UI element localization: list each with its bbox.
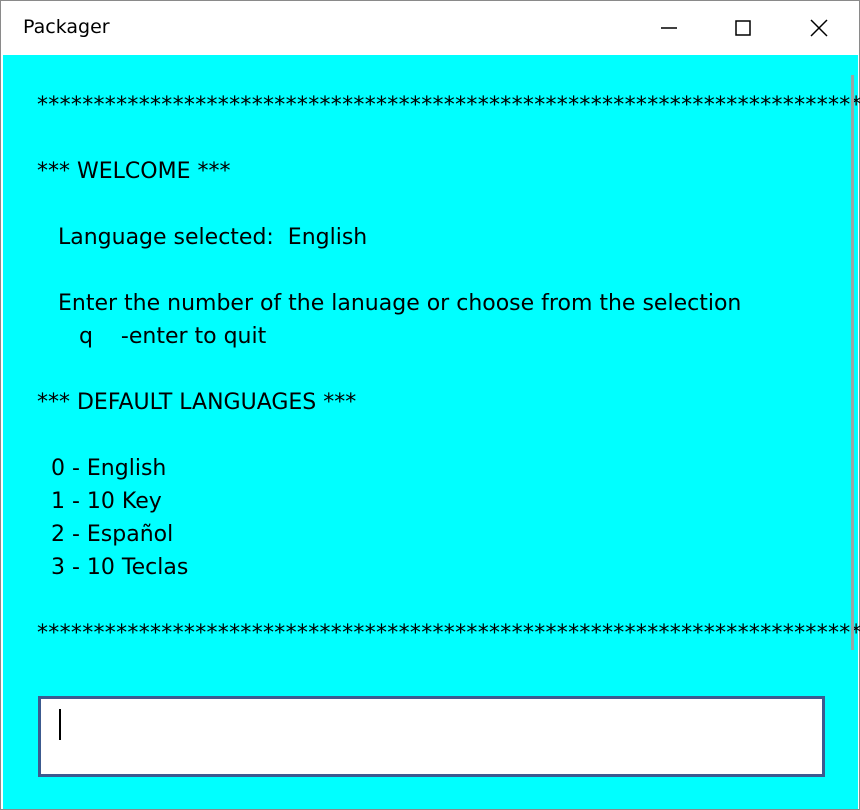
language-selected-text: Language selected: English <box>37 225 368 250</box>
separator-line-top: ****************************************… <box>37 93 860 118</box>
text-caret <box>59 709 61 740</box>
language-option-3: 3 - 10 Teclas <box>37 555 189 580</box>
close-icon <box>810 19 828 37</box>
app-window: Packager *******************************… <box>0 0 860 810</box>
minimize-icon <box>661 27 677 29</box>
welcome-heading: *** WELCOME *** <box>37 159 231 184</box>
close-button[interactable] <box>782 1 856 55</box>
language-option-1: 1 - 10 Key <box>37 489 162 514</box>
default-languages-heading: *** DEFAULT LANGUAGES *** <box>37 390 357 415</box>
console-output: ****************************************… <box>37 89 860 650</box>
console-area: ****************************************… <box>3 55 860 809</box>
instruction-text: Enter the number of the lanuage or choos… <box>37 291 742 316</box>
window-title: Packager <box>23 16 110 38</box>
command-input[interactable] <box>38 696 825 777</box>
title-bar[interactable]: Packager <box>1 1 859 55</box>
separator-line-bottom: ****************************************… <box>37 621 860 646</box>
quit-instruction-text: q -enter to quit <box>37 324 267 349</box>
maximize-icon <box>735 20 751 36</box>
maximize-button[interactable] <box>706 1 780 55</box>
scrollbar[interactable] <box>851 75 857 650</box>
language-option-2: 2 - Español <box>37 522 174 547</box>
minimize-button[interactable] <box>632 1 706 55</box>
language-option-0: 0 - English <box>37 456 167 481</box>
scrollbar-thumb[interactable] <box>851 75 854 650</box>
